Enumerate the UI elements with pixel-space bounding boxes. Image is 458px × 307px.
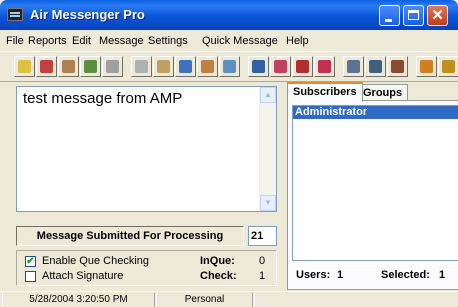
menu-help[interactable]: Help [286,35,309,47]
find-button[interactable] [270,56,291,77]
book-icon [442,60,455,73]
clock-button[interactable] [131,56,152,77]
message-scrollbar[interactable]: ▲ ▼ [259,87,276,211]
address-book-icon [84,60,97,73]
maximize-button[interactable] [403,5,424,26]
clock-icon [135,60,148,73]
minimize-icon [385,19,392,22]
menu-reports[interactable]: Reports [28,35,67,47]
message-textarea[interactable]: test message from AMP ▲ ▼ [16,86,277,212]
scroll-up-icon[interactable]: ▲ [260,87,276,103]
list-item[interactable]: Administrator [293,106,458,119]
status-profile: Personal [156,293,253,307]
print-icon [296,60,309,73]
reply-button[interactable] [36,56,57,77]
template-icon [201,60,214,73]
app-icon [7,8,23,21]
attach-signature-label: Attach Signature [42,270,124,282]
scroll-down-icon[interactable]: ▼ [260,195,276,211]
message-text: test message from AMP [23,90,183,107]
send-button[interactable] [14,56,35,77]
disabled-icon [106,60,119,73]
schedule-button[interactable] [153,56,174,77]
close-button[interactable]: ✕ [427,5,448,26]
menu-file[interactable]: File [6,35,24,47]
subscriber-list[interactable]: Administrator [292,105,458,261]
pager-button[interactable] [365,56,386,77]
menu-edit[interactable]: Edit [72,35,91,47]
image-button[interactable] [219,56,240,77]
status-datetime: 5/28/2004 3:20:50 PM [2,293,155,307]
image-icon [223,60,236,73]
keyboard-button[interactable] [343,56,364,77]
print-button[interactable] [292,56,313,77]
attach-signature-checkbox[interactable] [25,271,36,282]
antenna-icon [391,60,404,73]
spell-check-button[interactable] [248,56,269,77]
edit-icon [62,60,75,73]
window-title: Air Messenger Pro [30,7,145,22]
calendar-button[interactable] [175,56,196,77]
check-label: Check: [200,270,237,282]
disabled-button[interactable] [102,56,123,77]
print-preview-button[interactable] [314,56,335,77]
tab-subscribers[interactable]: Subscribers [287,82,363,102]
minimize-button[interactable] [379,5,400,26]
menu-bar: File Reports Edit Message Settings Quick… [0,31,458,50]
selected-value: 1 [439,269,446,281]
menu-quick-message[interactable]: Quick Message [202,35,278,47]
alert-icon [420,60,433,73]
selected-label: Selected: [381,269,430,281]
enable-que-checking-checkbox[interactable]: ✔ [25,256,36,267]
subscribers-panel: Administrator Users: 1 Selected: 1 [287,100,458,290]
tab-groups[interactable]: Groups [357,84,409,101]
keyboard-icon [347,60,360,73]
edit-button[interactable] [58,56,79,77]
close-icon: ✕ [431,7,444,24]
character-count: 21 [248,226,277,246]
inque-label: InQue: [200,255,235,267]
send-icon [18,60,31,73]
status-message: Message Submitted For Processing [16,226,244,246]
menu-message[interactable]: Message [99,35,144,47]
menu-settings[interactable]: Settings [148,35,188,47]
spell-check-icon [252,60,265,73]
users-label: Users: [296,269,331,281]
calendar-icon [179,60,192,73]
find-icon [274,60,287,73]
alert-button[interactable] [416,56,437,77]
pager-icon [369,60,382,73]
inque-value: 0 [259,255,266,267]
print-preview-icon [318,60,331,73]
enable-que-checking-label: Enable Que Checking [42,255,150,267]
reply-icon [40,60,53,73]
maximize-icon [408,10,419,20]
status-bar: 5/28/2004 3:20:50 PM Personal [0,291,458,307]
template-button[interactable] [197,56,218,77]
users-value: 1 [337,269,344,281]
status-empty [254,293,458,307]
toolbar [0,51,458,82]
antenna-button[interactable] [387,56,408,77]
check-value: 1 [259,270,266,282]
schedule-icon [157,60,170,73]
book-button[interactable] [438,56,458,77]
title-bar[interactable]: Air Messenger Pro ✕ [0,0,458,30]
address-book-button[interactable] [80,56,101,77]
options-panel: ✔ Enable Que Checking Attach Signature I… [16,250,277,286]
